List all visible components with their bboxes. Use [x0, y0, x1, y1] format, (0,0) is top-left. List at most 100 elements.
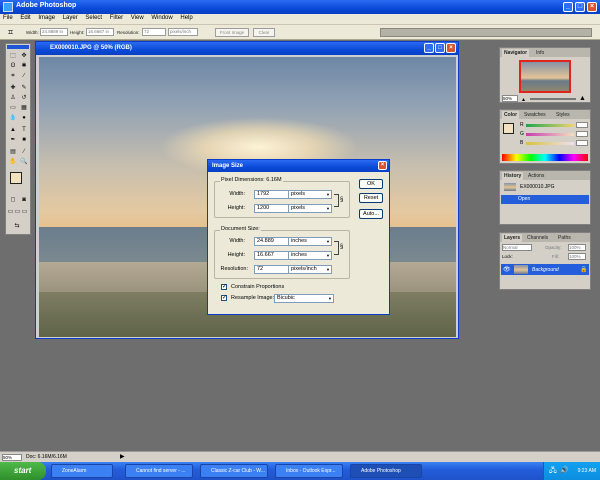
- shape-tool-icon[interactable]: ■: [19, 136, 29, 145]
- doc-width-input[interactable]: 24.889: [254, 237, 290, 246]
- layer-thumbnail[interactable]: [514, 265, 528, 274]
- tab-paths[interactable]: Paths: [556, 234, 573, 242]
- blue-value-field[interactable]: [576, 140, 588, 146]
- eyedropper-icon[interactable]: ⁄: [19, 148, 29, 157]
- menu-image[interactable]: Image: [35, 14, 58, 21]
- red-slider[interactable]: [526, 124, 574, 127]
- navigator-zoom-field[interactable]: 50%: [502, 95, 518, 102]
- tray-volume-icon[interactable]: 🔊: [560, 462, 569, 480]
- resolution-input[interactable]: 72: [142, 28, 166, 36]
- doc-width-unit-select[interactable]: inches: [288, 237, 332, 246]
- menu-select[interactable]: Select: [82, 14, 105, 21]
- height-input[interactable]: 16.6667 in: [86, 28, 114, 36]
- task-outlook-express[interactable]: Inbox - Outlook Expr...: [275, 464, 343, 478]
- history-snapshot-label[interactable]: EX000010.JPG: [520, 184, 554, 190]
- pixel-width-unit-select[interactable]: pixels: [288, 190, 332, 199]
- status-menu-arrow-icon[interactable]: ▶: [120, 453, 125, 460]
- task-browser[interactable]: Cannot find server - ...: [125, 464, 193, 478]
- pixel-width-input[interactable]: 1792: [254, 190, 290, 199]
- history-brush-icon[interactable]: ↺: [19, 94, 29, 103]
- auto-button[interactable]: Auto...: [359, 209, 383, 219]
- resolution-unit-select[interactable]: pixels/inch: [168, 28, 198, 36]
- tab-layers[interactable]: Layers: [502, 234, 523, 242]
- blend-mode-select[interactable]: Normal: [502, 244, 532, 251]
- menu-help[interactable]: Help: [177, 14, 195, 21]
- tab-color[interactable]: Color: [502, 111, 520, 119]
- screen-mode-standard-icon[interactable]: ▭: [7, 208, 14, 217]
- image-maximize-button[interactable]: □: [435, 43, 445, 53]
- tab-actions[interactable]: Actions: [526, 172, 546, 180]
- type-tool-icon[interactable]: T: [19, 126, 29, 135]
- color-ramp[interactable]: [502, 154, 588, 161]
- tab-swatches[interactable]: Swatches: [522, 111, 548, 119]
- status-zoom-field[interactable]: 50%: [2, 454, 22, 461]
- menu-layer[interactable]: Layer: [60, 14, 81, 21]
- move-tool-icon[interactable]: ✥: [19, 52, 29, 61]
- doc-height-input[interactable]: 16.667: [254, 251, 290, 260]
- menu-window[interactable]: Window: [148, 14, 175, 21]
- menu-file[interactable]: File: [0, 14, 16, 21]
- blur-tool-icon[interactable]: 💧: [8, 114, 18, 123]
- foreground-color-swatch[interactable]: [10, 172, 22, 184]
- resample-image-label[interactable]: Resample Image:: [231, 295, 274, 301]
- tab-history[interactable]: History: [502, 172, 524, 180]
- close-button[interactable]: ×: [587, 2, 597, 12]
- crop-tool-icon[interactable]: ⌗: [8, 27, 19, 38]
- menu-filter[interactable]: Filter: [107, 14, 126, 21]
- tab-styles[interactable]: Styles: [554, 111, 572, 119]
- opacity-field[interactable]: 100%: [568, 244, 586, 251]
- resample-image-checkbox[interactable]: ✓: [221, 295, 227, 301]
- pixel-height-input[interactable]: 1200: [254, 204, 290, 213]
- brush-tool-icon[interactable]: ✎: [19, 84, 29, 93]
- maximize-button[interactable]: □: [575, 2, 585, 12]
- zoom-out-icon[interactable]: ▴: [522, 96, 525, 103]
- constrain-proportions-label[interactable]: Constrain Proportions: [231, 284, 284, 290]
- task-zcar-club[interactable]: Classic Z-car Club - W...: [200, 464, 268, 478]
- start-button[interactable]: start: [0, 462, 46, 480]
- color-foreground-swatch[interactable]: [503, 123, 514, 134]
- resolution-unit-select[interactable]: pixels/inch: [288, 265, 332, 274]
- dialog-close-button[interactable]: ×: [378, 161, 387, 170]
- layer-name[interactable]: Background: [532, 267, 559, 273]
- navigator-thumbnail[interactable]: [519, 60, 571, 93]
- layer-visibility-eye-icon[interactable]: 👁: [503, 266, 511, 273]
- task-adobe-photoshop[interactable]: Adobe Photoshop: [350, 464, 422, 478]
- standard-mode-icon[interactable]: ◻: [8, 196, 18, 205]
- hand-tool-icon[interactable]: ✋: [8, 158, 18, 167]
- zoom-in-icon[interactable]: ▲: [579, 95, 586, 102]
- constrain-proportions-checkbox[interactable]: ✓: [221, 284, 227, 290]
- zoom-tool-icon[interactable]: 🔍: [19, 158, 29, 167]
- task-zonealarm[interactable]: ZoneAlarm: [51, 464, 113, 478]
- resolution-input[interactable]: 72: [254, 265, 290, 274]
- clear-button[interactable]: Clear: [253, 28, 275, 37]
- minimize-button[interactable]: _: [563, 2, 573, 12]
- notes-tool-icon[interactable]: ▤: [8, 148, 18, 157]
- tab-navigator[interactable]: Navigator: [502, 49, 530, 57]
- eraser-tool-icon[interactable]: ▭: [8, 104, 18, 113]
- magic-wand-icon[interactable]: ✱: [19, 62, 29, 71]
- image-close-button[interactable]: ×: [446, 43, 456, 53]
- zoom-slider[interactable]: [530, 98, 576, 100]
- healing-brush-icon[interactable]: ✚: [8, 84, 18, 93]
- lasso-tool-icon[interactable]: ʘ: [8, 62, 18, 71]
- tab-channels[interactable]: Channels: [525, 234, 550, 242]
- resample-method-select[interactable]: Bicubic: [274, 294, 334, 303]
- pixel-height-unit-select[interactable]: pixels: [288, 204, 332, 213]
- doc-height-unit-select[interactable]: inches: [288, 251, 332, 260]
- path-select-icon[interactable]: ▲: [8, 126, 18, 135]
- width-input[interactable]: 24.8889 in: [40, 28, 68, 36]
- screen-mode-full-icon[interactable]: ▭: [21, 208, 28, 217]
- clock[interactable]: 9:23 AM: [578, 468, 596, 474]
- red-value-field[interactable]: [576, 122, 588, 128]
- tab-info[interactable]: Info: [534, 49, 546, 57]
- menu-edit[interactable]: Edit: [17, 14, 33, 21]
- blue-slider[interactable]: [526, 142, 574, 145]
- marquee-tool-icon[interactable]: ⬚: [8, 52, 18, 61]
- image-minimize-button[interactable]: _: [424, 43, 434, 53]
- clone-stamp-icon[interactable]: ♙: [8, 94, 18, 103]
- history-step-row[interactable]: [501, 195, 589, 204]
- slice-tool-icon[interactable]: ∕: [19, 72, 29, 81]
- gradient-tool-icon[interactable]: ▦: [19, 104, 29, 113]
- pen-tool-icon[interactable]: ✒: [8, 136, 18, 145]
- quick-mask-icon[interactable]: ◙: [19, 196, 29, 205]
